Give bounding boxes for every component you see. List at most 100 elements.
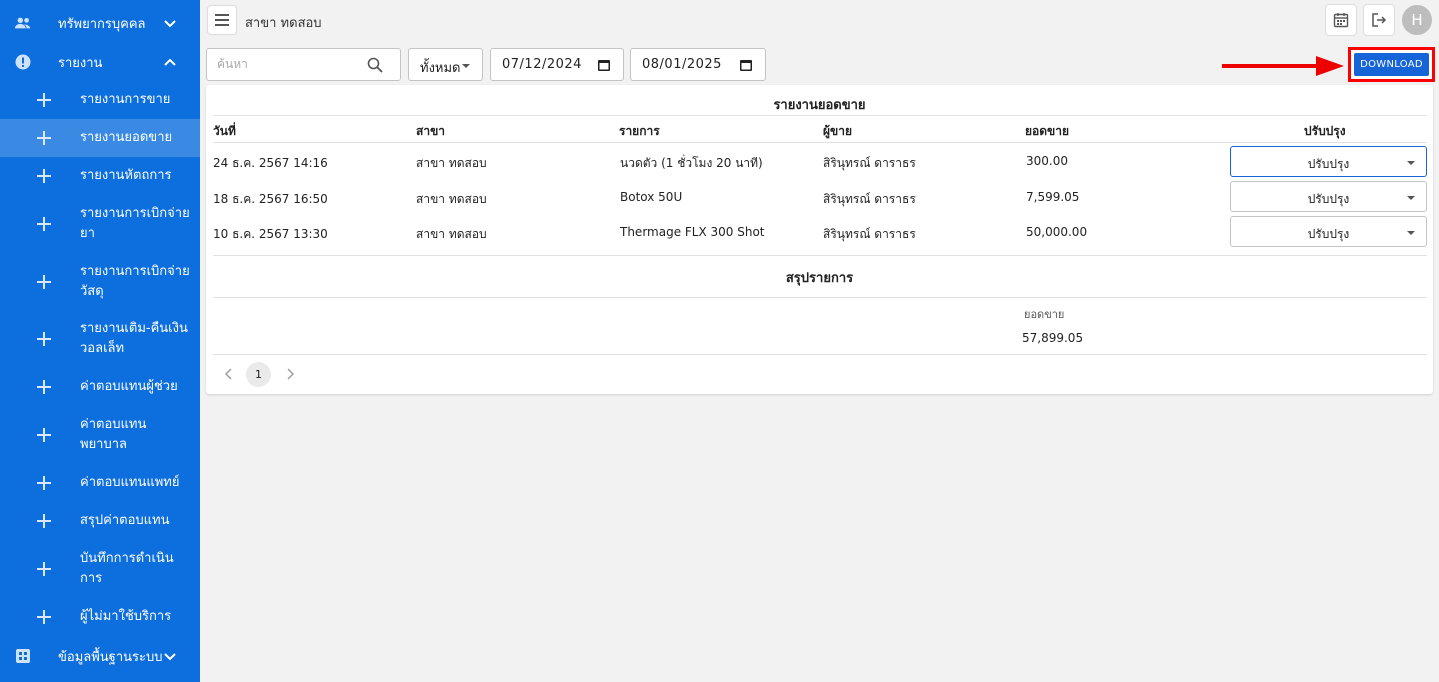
- sidebar-item-assistant-fee[interactable]: ค่าตอบแทนผู้ช่วย: [0, 368, 200, 406]
- arrow-icon: [1222, 56, 1344, 76]
- menu-icon[interactable]: [207, 5, 237, 35]
- adjust-select-value: ปรับปรุง: [1307, 192, 1350, 206]
- plus-icon: [36, 274, 52, 290]
- sidebar-item-label: ผู้ไม่มาใช้บริการ: [80, 609, 172, 624]
- sidebar-item-action-log[interactable]: บันทึกการดำเนินการ: [0, 540, 200, 598]
- col-header-amount: ยอดขาย: [1025, 124, 1070, 138]
- sidebar-item-label: รายงานยอดขาย: [80, 130, 173, 145]
- divider: [213, 255, 1427, 256]
- sidebar-item-sales-total-report[interactable]: รายงานยอดขาย: [0, 119, 200, 157]
- date-to-field[interactable]: 08/01/2025: [630, 48, 766, 81]
- sidebar-item-procedure-report[interactable]: รายงานหัตถการ: [0, 157, 200, 195]
- sidebar-item-label: ค่าตอบแทนพยาบาล: [80, 417, 147, 452]
- sidebar-item-supply-dispense-report[interactable]: รายงานการเบิกจ่ายวัสดุ: [0, 253, 200, 311]
- col-header-branch: สาขา: [416, 124, 446, 138]
- calendar-icon[interactable]: [597, 58, 611, 72]
- search-icon[interactable]: [367, 57, 383, 73]
- chevron-right-icon[interactable]: [284, 367, 296, 381]
- sidebar-item-drug-dispense-report[interactable]: รายงานการเบิกจ่ายยา: [0, 195, 200, 253]
- search-input[interactable]: [217, 57, 357, 71]
- cell-seller: สิรินุทรณ์ ดาราธร: [823, 192, 916, 206]
- adjust-select[interactable]: ปรับปรุง: [1230, 181, 1427, 212]
- sidebar-group-label: ทรัพยากรบุคคล: [58, 16, 146, 32]
- chevron-down-icon: [164, 20, 176, 28]
- chevron-left-icon[interactable]: [223, 367, 235, 381]
- logout-icon[interactable]: [1363, 4, 1395, 36]
- plus-icon: [36, 216, 52, 232]
- cell-date: 24 ธ.ค. 2567 14:16: [213, 156, 328, 170]
- sidebar-item-label: ค่าตอบแทนแพทย์: [80, 475, 180, 490]
- plus-icon: [36, 427, 52, 443]
- calendar-icon[interactable]: [739, 58, 753, 72]
- dropdown-arrow-icon: [1407, 196, 1415, 200]
- dropdown-arrow-icon: [1407, 161, 1415, 165]
- cell-date: 10 ธ.ค. 2567 13:30: [213, 227, 328, 241]
- sidebar-item-label: รายงานเติม-คืนเงินวอลเล็ท: [80, 321, 188, 356]
- sidebar-item-label: ค่าตอบแทนผู้ช่วย: [80, 379, 178, 394]
- plus-icon: [36, 130, 52, 146]
- plus-icon: [36, 609, 52, 625]
- dropdown-arrow-icon: [462, 64, 470, 68]
- summary-label: ยอดขาย: [1024, 308, 1065, 321]
- plus-icon: [36, 513, 52, 529]
- col-header-seller: ผู้ขาย: [823, 124, 853, 138]
- sidebar-item-doctor-fee[interactable]: ค่าตอบแทนแพทย์: [0, 464, 200, 502]
- plus-icon: [36, 168, 52, 184]
- sidebar-group-hr[interactable]: ทรัพยากรบุคคล: [0, 3, 200, 43]
- people-icon: [14, 14, 32, 32]
- pagination-page[interactable]: 1: [246, 362, 271, 387]
- sidebar-group-label: รายงาน: [58, 55, 103, 71]
- plus-icon: [36, 475, 52, 491]
- sidebar-item-label: รายงานหัตถการ: [80, 168, 172, 183]
- search-field[interactable]: [206, 48, 401, 81]
- alert-icon: [14, 53, 32, 71]
- sidebar-group-master-data[interactable]: ข้อมูลพื้นฐานระบบ: [0, 636, 200, 676]
- sidebar-item-nurse-fee[interactable]: ค่าตอบแทนพยาบาล: [0, 406, 200, 464]
- report-title: รายงานยอดขาย: [773, 98, 866, 113]
- cell-branch: สาขา ทดสอบ: [416, 227, 487, 241]
- sidebar-item-label: รายงานการขาย: [80, 92, 171, 107]
- adjust-select[interactable]: ปรับปรุง: [1230, 216, 1427, 247]
- divider: [213, 297, 1427, 298]
- date-to-value: 08/01/2025: [642, 57, 722, 72]
- summary-title: สรุปรายการ: [785, 271, 854, 286]
- scope-select-value: ทั้งหมด: [420, 61, 461, 76]
- cell-seller: สิรินุทรณ์ ดาราธร: [823, 156, 916, 170]
- sidebar-item-fee-summary[interactable]: สรุปค่าตอบแทน: [0, 502, 200, 540]
- adjust-select[interactable]: ปรับปรุง: [1230, 146, 1427, 177]
- sidebar-item-label: รายงานการเบิกจ่ายยา: [80, 206, 190, 241]
- col-header-date: วันที่: [213, 124, 236, 138]
- sidebar-item-wallet-report[interactable]: รายงานเติม-คืนเงินวอลเล็ท: [0, 310, 200, 368]
- col-header-adjust: ปรับปรุง: [1304, 124, 1346, 138]
- cell-item: Botox 50U: [620, 190, 683, 204]
- sidebar-item-label: สรุปค่าตอบแทน: [80, 513, 170, 528]
- divider: [213, 115, 1427, 116]
- chevron-down-icon: [164, 653, 176, 661]
- summary-value: 57,899.05: [1022, 331, 1084, 345]
- sidebar-group-report[interactable]: รายงาน: [0, 42, 200, 82]
- report-card: รายงานยอดขาย วันที่ สาขา รายการ ผู้ขาย ย…: [206, 85, 1433, 394]
- cell-amount: 7,599.05: [1026, 190, 1080, 204]
- sidebar-group-label: ข้อมูลพื้นฐานระบบ: [58, 649, 163, 665]
- cell-branch: สาขา ทดสอบ: [416, 156, 487, 170]
- date-from-field[interactable]: 07/12/2024: [490, 48, 624, 81]
- plus-icon: [36, 379, 52, 395]
- download-highlight: DOWNLOAD: [1348, 47, 1435, 82]
- adjust-select-value: ปรับปรุง: [1307, 227, 1350, 241]
- calendar-icon[interactable]: [1325, 4, 1357, 36]
- cell-item: Thermage FLX 300 Shot: [620, 225, 765, 239]
- cell-seller: สิรินุทรณ์ ดาราธร: [823, 227, 916, 241]
- cell-amount: 50,000.00: [1026, 225, 1088, 239]
- avatar[interactable]: H: [1402, 5, 1432, 35]
- sidebar: ทรัพยากรบุคคล รายงาน รายงานการขาย รายงาน…: [0, 0, 200, 682]
- sidebar-item-no-show[interactable]: ผู้ไม่มาใช้บริการ: [0, 598, 200, 636]
- download-button[interactable]: DOWNLOAD: [1354, 53, 1429, 76]
- col-header-item: รายการ: [619, 124, 660, 138]
- divider: [213, 142, 1427, 143]
- dropdown-arrow-icon: [1407, 231, 1415, 235]
- plus-icon: [36, 331, 52, 347]
- scope-select[interactable]: ทั้งหมด: [408, 48, 483, 81]
- plus-icon: [36, 92, 52, 108]
- sidebar-item-sales-report[interactable]: รายงานการขาย: [0, 81, 200, 119]
- divider: [213, 354, 1427, 355]
